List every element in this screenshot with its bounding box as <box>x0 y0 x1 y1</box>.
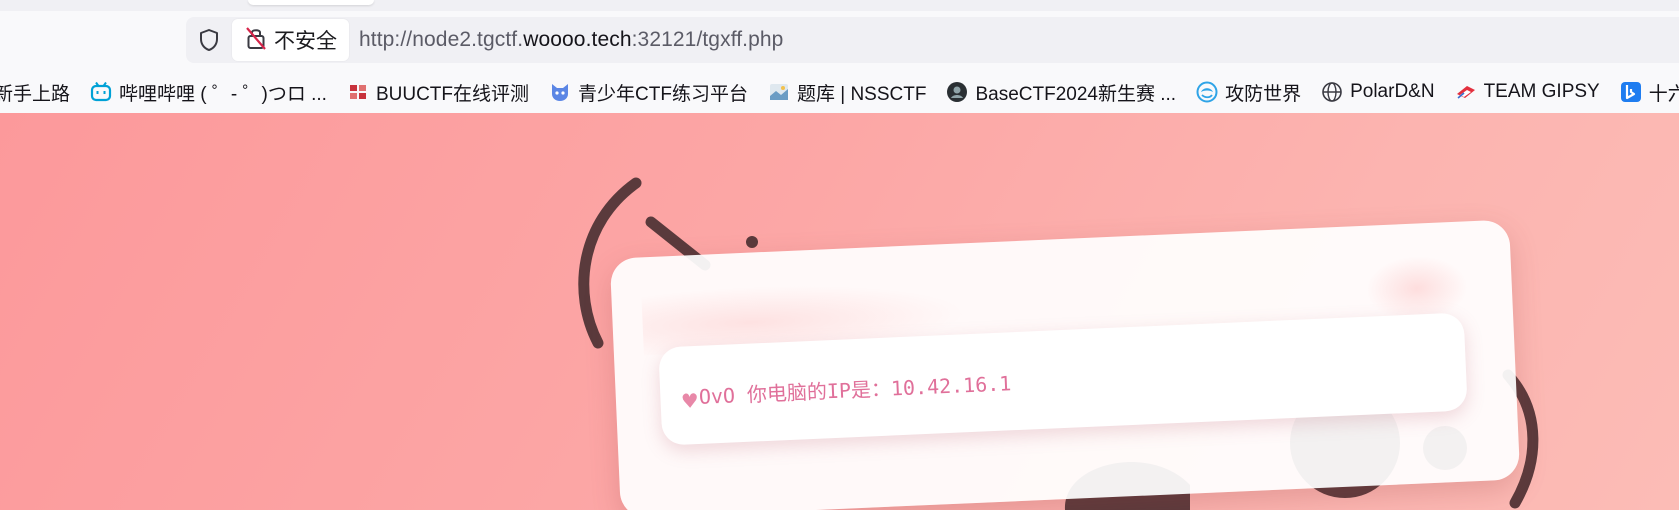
bookmark-label: BaseCTF2024新生赛 ... <box>975 83 1177 105</box>
url-text[interactable]: http://node2.tgctf.woooo.tech:32121/tgxf… <box>359 28 783 52</box>
security-label: 不安全 <box>274 30 337 53</box>
tab-strip <box>0 0 1679 11</box>
bookmark-item[interactable]: 新手上路 <box>0 76 78 108</box>
bookmark-label: 哔哩哔哩 ( ゜- ゜)つロ ... <box>119 83 327 105</box>
bookmark-label: 题库 | NSSCTF <box>796 83 927 105</box>
qsnctf-icon <box>549 81 571 103</box>
adworld-icon <box>1196 81 1218 103</box>
bookmark-label: 攻防世界 <box>1225 83 1302 105</box>
url-domain: woooo.tech <box>523 28 632 51</box>
globe-icon <box>1321 81 1343 103</box>
bookmark-label: TEAM GIPSY <box>1483 81 1600 102</box>
eyebrow-dot <box>746 236 758 248</box>
ip-message-text: OvO 你电脑的IP是：10.42.16.1 <box>698 370 1012 409</box>
active-tab[interactable] <box>248 0 374 5</box>
bookmark-item[interactable]: BaseCTF2024新生赛 ... <box>938 76 1184 108</box>
bookmark-item[interactable]: BUUCTF在线评测 <box>339 76 537 108</box>
bookmark-item[interactable]: TEAM GIPSY <box>1447 76 1608 108</box>
site-security-indicator[interactable]: 不安全 <box>232 19 349 61</box>
bookmark-label: BUUCTF在线评测 <box>375 83 530 105</box>
bookmark-item[interactable]: 哔哩哔哩 ( ゜- ゜)つロ ... <box>82 76 335 108</box>
bookmarks-toolbar: 新手上路 哔哩哔哩 ( ゜- ゜)つロ ... BUUCTF在线评测 青少年CT… <box>0 71 1679 113</box>
heart-icon: ♥ <box>682 386 698 416</box>
bookmark-label: 新手上路 <box>0 83 71 105</box>
nssctf-icon <box>768 81 790 103</box>
bookmark-item[interactable]: 攻防世界 <box>1188 76 1309 108</box>
basectf-icon <box>946 81 968 103</box>
bookmark-item[interactable]: 题库 | NSSCTF <box>760 76 935 108</box>
bookmark-label: 青少年CTF练习平台 <box>578 83 748 105</box>
address-bar[interactable]: 不安全 http://node2.tgctf.woooo.tech:32121/… <box>186 17 1679 63</box>
bookmark-label: PolarD&N <box>1350 81 1435 102</box>
bookmark-item[interactable]: 十六夜咲夜|插画 <box>1612 76 1679 108</box>
ip-message: ♥ OvO 你电脑的IP是：10.42.16.1 <box>682 367 1012 416</box>
page-content: ♥ OvO 你电脑的IP是：10.42.16.1 <box>0 113 1679 510</box>
bookmark-label: 十六夜咲夜|插画 <box>1648 83 1679 105</box>
bookmark-item[interactable]: PolarD&N <box>1313 76 1442 108</box>
tracking-protection-shield-icon[interactable] <box>186 17 232 63</box>
navigation-toolbar: 不安全 http://node2.tgctf.woooo.tech:32121/… <box>0 11 1679 71</box>
buuctf-icon <box>347 81 369 103</box>
bilibili-icon <box>90 81 112 103</box>
bookmark-item[interactable]: 青少年CTF练习平台 <box>541 76 756 108</box>
url-suffix: :32121/tgxff.php <box>631 28 784 51</box>
insecure-lock-icon <box>244 25 268 56</box>
gipsy-icon <box>1455 81 1477 103</box>
url-prefix: http://node2.tgctf. <box>359 28 524 51</box>
bing-icon <box>1620 81 1642 103</box>
